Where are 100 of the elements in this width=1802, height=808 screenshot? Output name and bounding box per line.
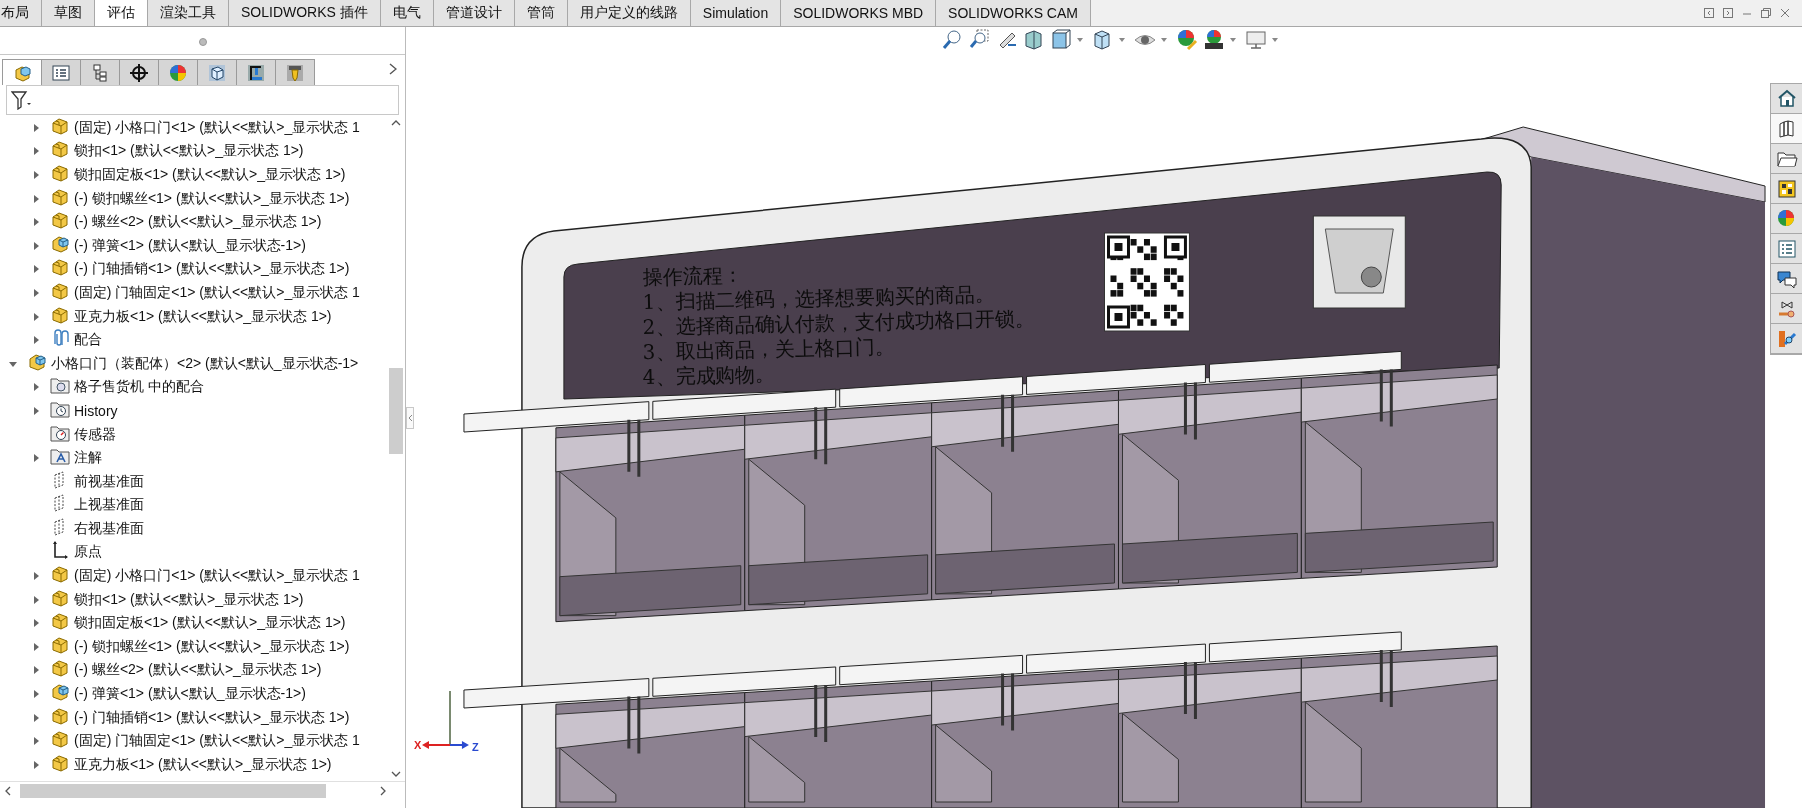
- tree-item[interactable]: 锁扣<1> (默认<<默认>_显示状态 1>): [74, 590, 304, 609]
- tree-item[interactable]: (-) 锁扣螺丝<1> (默认<<默认>_显示状态 1>): [74, 189, 350, 208]
- tree-item[interactable]: (-) 螺丝<2> (默认<<默认>_显示状态 1>): [74, 213, 322, 232]
- task-pane-tab[interactable]: [1771, 264, 1802, 294]
- panel-tab[interactable]: [119, 59, 159, 85]
- block-cube-icon: [50, 233, 70, 254]
- caret-icon[interactable]: [1119, 38, 1125, 42]
- expand-icon[interactable]: [31, 759, 41, 770]
- expand-icon[interactable]: [31, 594, 41, 605]
- expand-icon[interactable]: [31, 405, 41, 416]
- block-icon: [50, 163, 70, 183]
- caret-icon[interactable]: [1230, 38, 1236, 42]
- expand-icon[interactable]: [31, 335, 41, 346]
- caret-icon[interactable]: [1077, 38, 1083, 42]
- tree-item[interactable]: 格子售货机 中的配合: [74, 378, 204, 397]
- tree-item[interactable]: 配合: [74, 331, 102, 350]
- expand-icon[interactable]: [31, 146, 41, 157]
- ribbon-tab[interactable]: 电气: [380, 0, 434, 26]
- ribbon-tab[interactable]: 用户定义的线路: [567, 0, 691, 26]
- tree-item[interactable]: (固定) 小格口门<1> (默认<<默认>_显示状态 1: [74, 118, 360, 137]
- task-pane-tab[interactable]: [1771, 114, 1802, 144]
- tree-item[interactable]: 前视基准面: [74, 472, 144, 491]
- block-icon: [50, 116, 70, 136]
- ribbon-tab[interactable]: 管筒: [514, 0, 568, 26]
- scrollbar-thumb[interactable]: [20, 784, 326, 798]
- expand-icon[interactable]: [31, 193, 41, 204]
- tree-item[interactable]: History: [74, 402, 118, 419]
- expand-icon[interactable]: [31, 382, 41, 393]
- panel-left-icon: [1704, 8, 1714, 18]
- expand-icon[interactable]: [31, 618, 41, 629]
- tree-item[interactable]: (-) 门轴插销<1> (默认<<默认>_显示状态 1>): [74, 260, 350, 279]
- filter-field[interactable]: [6, 85, 399, 115]
- task-pane-tab[interactable]: [1771, 84, 1802, 114]
- tree-item[interactable]: 上视基准面: [74, 496, 144, 515]
- tree-item[interactable]: (-) 锁扣螺丝<1> (默认<<默认>_显示状态 1>): [74, 637, 350, 656]
- ribbon-tab[interactable]: SOLIDWORKS 插件: [229, 0, 381, 26]
- task-pane-tab[interactable]: [1771, 174, 1802, 204]
- expand-icon[interactable]: [31, 217, 41, 228]
- expand-icon[interactable]: [31, 712, 41, 723]
- view-orientation-icon[interactable]: [1050, 29, 1072, 51]
- tree-item[interactable]: (固定) 门轴固定<1> (默认<<默认>_显示状态 1: [74, 732, 360, 751]
- expand-icon[interactable]: [31, 311, 41, 322]
- tree-item[interactable]: 亚克力板<1> (默认<<默认>_显示状态 1>): [74, 755, 332, 774]
- tree-item[interactable]: 注解: [74, 449, 102, 468]
- filter-icon: [11, 90, 33, 110]
- color-ball-pencil-icon[interactable]: [1176, 29, 1198, 51]
- ribbon-tab[interactable]: 草图: [42, 0, 95, 26]
- expand-icon[interactable]: [31, 665, 41, 676]
- collapse-handle[interactable]: [406, 406, 414, 429]
- expand-icon[interactable]: [31, 453, 41, 464]
- splitter-grip[interactable]: [198, 37, 207, 46]
- list-icon: [51, 62, 71, 83]
- tree-item[interactable]: (-) 门轴插销<1> (默认<<默认>_显示状态 1>): [74, 708, 350, 727]
- ribbon-tab[interactable]: 渲染工具: [148, 0, 229, 26]
- expand-icon[interactable]: [31, 240, 41, 251]
- scene-icon[interactable]: [1203, 29, 1225, 51]
- monitor-icon[interactable]: [1245, 29, 1267, 51]
- caret-icon[interactable]: [1161, 38, 1167, 42]
- tree-item[interactable]: (-) 螺丝<2> (默认<<默认>_显示状态 1>): [74, 661, 322, 680]
- zoom-fit-icon[interactable]: [942, 29, 964, 51]
- block-cube-icon: [50, 682, 70, 703]
- panel-tab[interactable]: [236, 59, 276, 85]
- tree-item[interactable]: (-) 弹簧<1> (默认<默认_显示状态-1>): [74, 685, 306, 704]
- tree-item[interactable]: 亚克力板<1> (默认<<默认>_显示状态 1>): [74, 307, 332, 326]
- expand-icon[interactable]: [31, 641, 41, 652]
- zoom-area-icon[interactable]: [969, 29, 991, 51]
- tree-item[interactable]: 锁扣固定板<1> (默认<<默认>_显示状态 1>): [74, 614, 346, 633]
- axis-triad-drawing: [422, 690, 469, 749]
- block-icon: [50, 587, 70, 608]
- ribbon-tab[interactable]: Simulation: [690, 0, 782, 26]
- expand-icon[interactable]: [31, 264, 41, 275]
- restore-icon: [1761, 8, 1771, 18]
- tree-item[interactable]: 小格口门（装配体）<2> (默认<默认_显示状态-1>: [51, 354, 359, 373]
- ribbon-tab[interactable]: 评估: [95, 0, 148, 26]
- block-icon: [50, 658, 70, 679]
- expand-icon[interactable]: [31, 689, 41, 700]
- section-view-icon[interactable]: [1023, 29, 1045, 51]
- tree-item[interactable]: 锁扣固定板<1> (默认<<默认>_显示状态 1>): [74, 166, 346, 184]
- ribbon-tab[interactable]: SOLIDWORKS CAM: [936, 0, 1091, 26]
- crosshair-icon: [129, 62, 149, 83]
- expand-icon[interactable]: [31, 571, 41, 582]
- tree-item[interactable]: (固定) 门轴固定<1> (默认<<默认>_显示状态 1: [74, 283, 360, 302]
- caret-icon[interactable]: [1272, 38, 1278, 42]
- expand-icon[interactable]: [31, 170, 41, 180]
- tree-item[interactable]: 原点: [74, 543, 102, 562]
- tree-item[interactable]: 右视基准面: [74, 519, 144, 538]
- tree-item[interactable]: 锁扣<1> (默认<<默认>_显示状态 1>): [74, 142, 304, 161]
- panel-right-icon: [1723, 8, 1733, 18]
- panel-tab[interactable]: [80, 59, 120, 85]
- tree-item[interactable]: (-) 弹簧<1> (默认<默认_显示状态-1>): [74, 236, 306, 255]
- ribbon-tab[interactable]: 管道设计: [433, 0, 515, 26]
- expand-icon[interactable]: [31, 122, 41, 133]
- ribbon-tab[interactable]: 布局: [0, 0, 42, 26]
- axis-label: X: [414, 739, 422, 751]
- expand-icon[interactable]: [31, 287, 41, 298]
- scrollbar-thumb[interactable]: [389, 368, 403, 454]
- tree-item[interactable]: 传感器: [74, 425, 116, 444]
- expand-icon[interactable]: [31, 736, 41, 747]
- tree-item[interactable]: (固定) 小格口门<1> (默认<<默认>_显示状态 1: [74, 567, 360, 586]
- ribbon-tab[interactable]: SOLIDWORKS MBD: [781, 0, 937, 26]
